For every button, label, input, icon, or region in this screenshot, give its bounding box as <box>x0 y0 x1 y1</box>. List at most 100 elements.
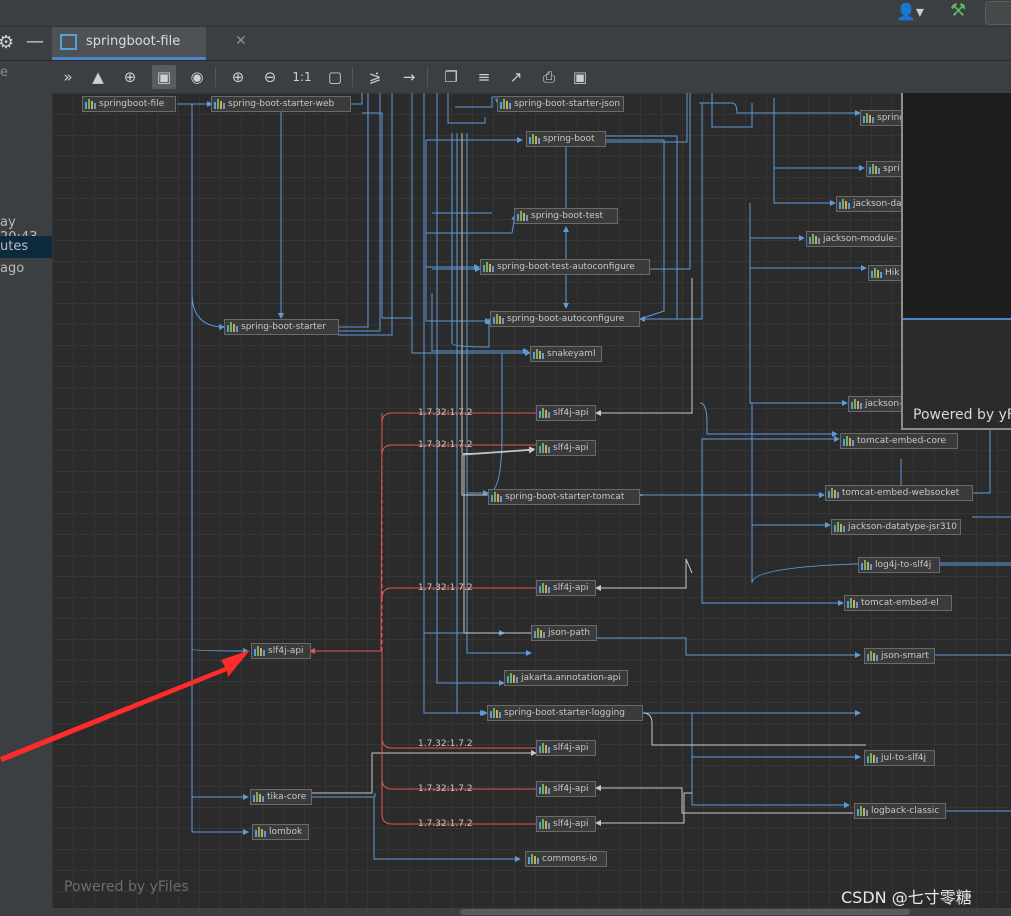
dependency-node[interactable]: tomcat-embed-el <box>844 595 952 611</box>
dependency-node[interactable]: tomcat-embed-core <box>840 433 958 449</box>
dependency-node[interactable]: commons-io <box>525 851 607 867</box>
node-label: log4j-to-slf4j <box>875 560 932 570</box>
expand-dependencies-icon[interactable]: » <box>56 65 80 89</box>
build-hammer-icon[interactable]: ⚒ <box>950 0 966 21</box>
eye-icon[interactable]: ◉ <box>185 65 209 89</box>
node-label: slf4j-api <box>553 784 589 794</box>
node-label: spring-boot-starter-json <box>514 99 621 109</box>
library-icon <box>255 827 266 837</box>
dependency-node[interactable]: slf4j-api <box>536 740 596 756</box>
dependency-node[interactable]: jackson- <box>848 396 906 412</box>
dependency-node[interactable]: spring-boot-starter-json <box>497 96 624 112</box>
zoom-out-icon[interactable]: ⊖ <box>258 65 282 89</box>
gear-icon[interactable]: ⚙ <box>0 32 14 53</box>
show-neighbors-icon[interactable]: ▲ <box>86 65 110 89</box>
dependency-node[interactable]: spring-boot <box>526 131 606 147</box>
dependency-node[interactable]: jul-to-slf4j <box>864 750 935 766</box>
dependency-node[interactable]: jackson-module- <box>806 231 906 247</box>
node-label: logback-classic <box>871 806 940 816</box>
dependency-node[interactable]: snakeyaml <box>530 346 602 362</box>
library-icon <box>869 164 880 174</box>
node-label: slf4j-api <box>553 819 589 829</box>
library-icon <box>493 314 504 324</box>
dependency-node[interactable]: json-path <box>531 625 597 641</box>
dependency-node[interactable]: spring-boot-test <box>514 208 618 224</box>
library-icon <box>539 784 550 794</box>
export-text-icon[interactable]: ≡ <box>472 65 496 89</box>
dependency-node[interactable]: jakarta.annotation-api <box>504 670 628 686</box>
module-icon <box>85 99 96 109</box>
node-label: slf4j-api <box>553 443 589 453</box>
dependency-node[interactable]: spring <box>860 110 905 126</box>
close-icon[interactable]: ✕ <box>235 33 247 49</box>
zoom-in-icon[interactable]: ⊕ <box>226 65 250 89</box>
title-bar: 👤▾ ⚒ <box>0 0 1011 27</box>
route-edges-icon[interactable]: → <box>397 65 421 89</box>
scrollbar-thumb[interactable] <box>460 909 910 915</box>
node-label: slf4j-api <box>268 646 304 656</box>
save-icon[interactable]: ▣ <box>568 65 592 89</box>
library-icon <box>857 806 868 816</box>
library-icon <box>507 673 518 683</box>
panel-text-fragment: e <box>0 65 8 80</box>
dependency-node[interactable]: jackson-da <box>836 196 906 212</box>
dependency-node[interactable]: spring-boot-starter-logging <box>487 705 643 721</box>
dependency-node[interactable]: slf4j-api <box>536 781 596 797</box>
library-icon <box>863 113 874 123</box>
dependency-node[interactable]: slf4j-api <box>536 440 596 456</box>
library-icon <box>834 522 845 532</box>
editor-tab-bar: ⚙ — springboot-file ✕ <box>0 27 1011 61</box>
node-label: tomcat-embed-websocket <box>842 488 960 498</box>
fit-page-icon[interactable]: ▢ <box>323 65 347 89</box>
overview-powered-label: Powered by yF <box>913 407 1011 423</box>
fit-content-icon[interactable]: ▣ <box>152 65 176 89</box>
print-icon[interactable]: ⎙ <box>537 65 561 89</box>
dependency-node[interactable]: logback-classic <box>854 803 946 819</box>
dependency-node[interactable]: tika-core <box>250 789 312 805</box>
version-conflict-label: 1.7.32:1.7.2 <box>418 440 473 450</box>
actual-size-button[interactable]: 1:1 <box>290 65 314 89</box>
node-label: slf4j-api <box>553 408 589 418</box>
select-tool-icon[interactable]: ⊕ <box>118 65 142 89</box>
node-label: jul-to-slf4j <box>881 753 926 763</box>
dependency-node[interactable]: lombok <box>252 824 309 840</box>
layout-icon[interactable]: ⪂ <box>363 65 387 89</box>
node-label: jackson-datatype-jsr310 <box>848 522 958 532</box>
copy-icon[interactable]: ❐ <box>439 65 463 89</box>
overview-viewport[interactable] <box>903 93 1011 320</box>
dependency-node[interactable]: slf4j-api <box>536 816 596 832</box>
node-label: commons-io <box>542 854 598 864</box>
version-conflict-label: 1.7.32:1.7.2 <box>418 784 473 794</box>
dependency-node[interactable]: spring-boot-starter-tomcat <box>488 489 640 505</box>
library-icon <box>828 488 839 498</box>
tab-springboot-file[interactable]: springboot-file ✕ <box>52 27 247 60</box>
dependency-node[interactable]: slf4j-api <box>536 580 596 596</box>
library-icon <box>847 598 858 608</box>
root-module-node[interactable]: springboot-file <box>82 96 176 112</box>
dependency-node[interactable]: spring-boot-starter <box>224 319 339 335</box>
dependency-node[interactable]: spring-boot-autoconfigure <box>490 311 640 327</box>
user-icon[interactable]: 👤▾ <box>896 2 924 21</box>
library-icon <box>851 399 862 409</box>
dependency-diagram-canvas[interactable]: springboot-file spring-boot-starter-web … <box>52 93 1011 908</box>
library-icon <box>483 262 494 272</box>
dependency-node[interactable]: spring-boot-test-autoconfigure <box>480 259 650 275</box>
version-conflict-label: 1.7.32:1.7.2 <box>418 739 473 749</box>
minimize-icon[interactable]: — <box>26 31 44 52</box>
node-label: jackson-da <box>853 199 902 209</box>
dependency-node[interactable]: spri <box>866 161 906 177</box>
diagram-overview-pane[interactable]: Powered by yF <box>901 93 1011 430</box>
selected-dependency-node[interactable]: slf4j-api <box>251 643 311 659</box>
dependency-node[interactable]: spring-boot-starter-web <box>211 96 351 112</box>
dependency-node[interactable]: slf4j-api <box>536 405 596 421</box>
dependency-node[interactable]: jackson-datatype-jsr310 <box>831 519 961 535</box>
open-in-new-icon[interactable]: ↗ <box>504 65 528 89</box>
panel-selected-row[interactable]: utes ago <box>0 236 52 276</box>
dependency-node[interactable]: json-smart <box>864 648 935 664</box>
dependency-node[interactable]: log4j-to-slf4j <box>858 557 940 573</box>
dependency-node[interactable]: tomcat-embed-websocket <box>825 485 973 501</box>
run-config-button[interactable] <box>985 1 1011 25</box>
node-label: slf4j-api <box>553 583 589 593</box>
library-icon <box>517 211 528 221</box>
node-label: spring-boot-starter <box>241 322 326 332</box>
